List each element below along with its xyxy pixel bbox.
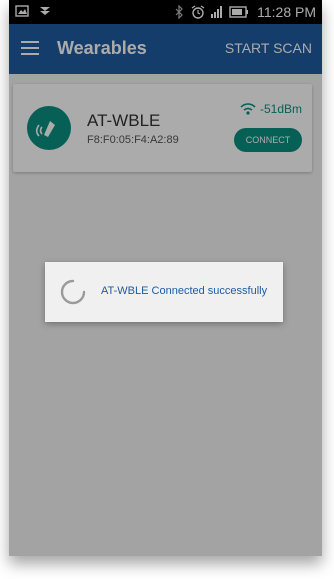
dialog-message: AT-WBLE Connected successfully — [101, 285, 268, 297]
spinner-icon — [60, 279, 86, 305]
progress-dialog: AT-WBLE Connected successfully — [45, 262, 283, 322]
phone-screen: 11:28 PM Wearables START SCAN AT-WBLE F8… — [9, 0, 322, 556]
